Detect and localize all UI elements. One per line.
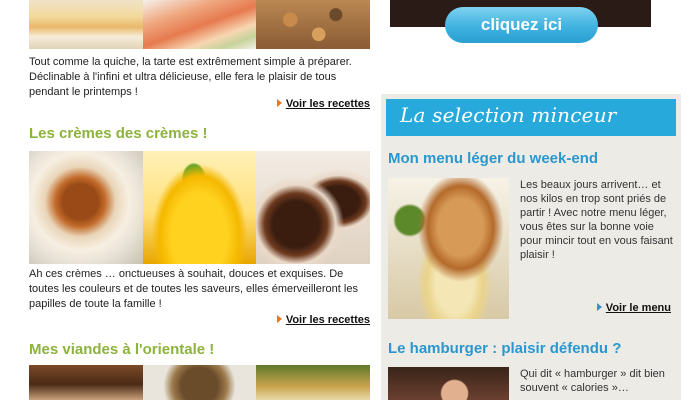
cremes-photo-strip — [29, 151, 371, 264]
selection-minceur-panel: La selection minceur Mon menu léger du w… — [381, 94, 681, 400]
tarts-description: Tout comme la quiche, la tarte est extrê… — [29, 56, 352, 98]
menu-leger-text: Les beaux jours arrivent… et nos kilos e… — [520, 179, 673, 261]
meat-dish-photo-3[interactable] — [256, 365, 371, 400]
oriental-meats-section-title[interactable]: Mes viandes à l'orientale ! — [29, 341, 214, 358]
arrow-right-icon — [276, 315, 282, 323]
tarts-recipes-link[interactable]: Voir les recettes — [276, 98, 370, 110]
meat-dish-photo-2[interactable] — [142, 365, 257, 400]
salmon-tart-photo[interactable] — [142, 0, 257, 49]
panel-header: La selection minceur — [386, 99, 676, 136]
oriental-photo-strip — [29, 365, 371, 400]
hamburger-title[interactable]: Le hamburger : plaisir défendu ? — [388, 340, 621, 357]
cremes-section-title[interactable]: Les crèmes des crèmes ! — [29, 125, 207, 142]
chocolate-cream-photo[interactable] — [256, 151, 371, 264]
cliquez-ici-button[interactable]: cliquez ici — [445, 7, 598, 43]
menu-leger-photo[interactable] — [388, 178, 509, 319]
menu-leger-title[interactable]: Mon menu léger du week-end — [388, 150, 598, 167]
tart-photo-strip — [29, 0, 371, 49]
meat-dish-photo-1[interactable] — [29, 365, 143, 400]
lemon-cream-photo[interactable] — [142, 151, 257, 264]
recipes-column: Tout comme la quiche, la tarte est extrê… — [0, 0, 380, 400]
tart-photo[interactable] — [256, 0, 371, 49]
cremes-description: Ah ces crèmes … onctueuses à souhait, do… — [29, 268, 358, 310]
arrow-right-icon — [276, 99, 282, 107]
arrow-right-icon — [596, 303, 602, 311]
creme-brulee-photo[interactable] — [29, 151, 143, 264]
quiche-photo[interactable] — [29, 0, 143, 49]
cremes-recipes-link[interactable]: Voir les recettes — [276, 314, 370, 326]
voir-le-menu-link[interactable]: Voir le menu — [596, 302, 671, 314]
panel-heading: La selection minceur — [400, 103, 617, 127]
hamburger-photo[interactable] — [388, 367, 509, 400]
hamburger-text: Qui dit « hamburger » dit bien souvent «… — [520, 368, 665, 394]
